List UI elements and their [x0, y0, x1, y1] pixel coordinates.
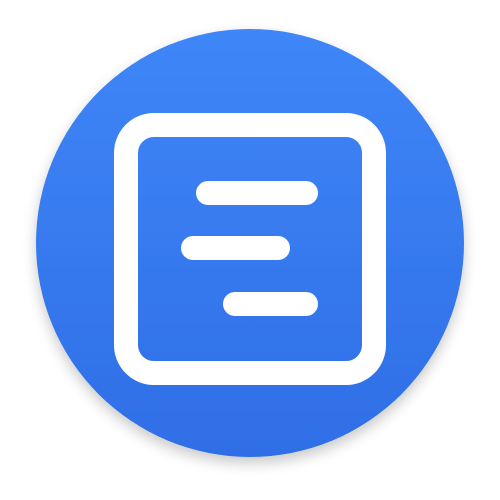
app-icon-graphic — [36, 29, 464, 457]
app-icon[interactable] — [0, 0, 500, 500]
